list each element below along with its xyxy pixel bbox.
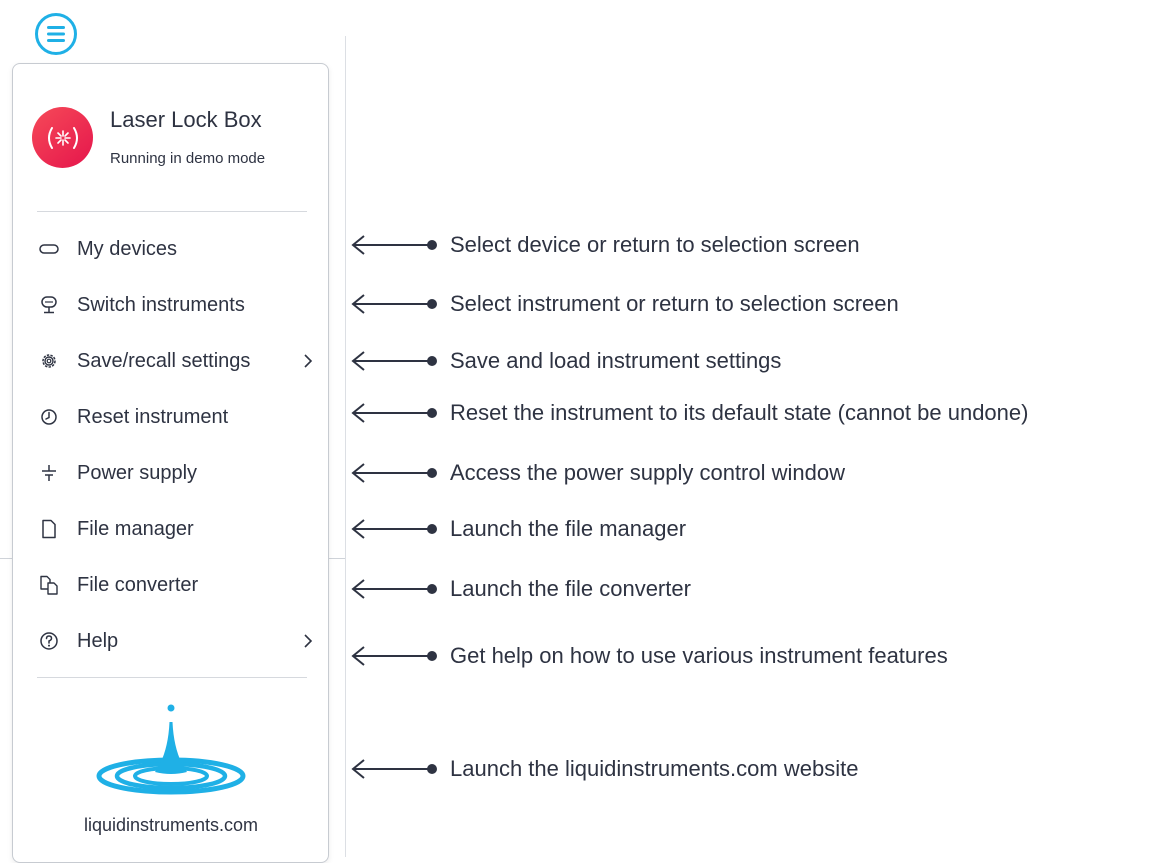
annotation-text: Select device or return to selection scr… — [450, 232, 860, 257]
annotation-text: Launch the liquidinstruments.com website — [450, 756, 859, 781]
arrow-left-icon — [351, 646, 437, 666]
menu-item-label: File manager — [77, 517, 194, 540]
menu-item-save-recall-settings[interactable]: Save/recall settings — [37, 341, 315, 381]
laser-lock-box-icon — [32, 107, 93, 168]
menu-item-my-devices[interactable]: My devices — [37, 229, 315, 269]
reset-icon — [37, 405, 61, 429]
instrument-name: Laser Lock Box — [110, 107, 262, 132]
menu-item-label: Reset instrument — [77, 405, 229, 428]
arrow-left-icon — [351, 579, 437, 599]
annotation-text: Save and load instrument settings — [450, 348, 782, 373]
annotation-text: Get help on how to use various instrumen… — [450, 643, 948, 668]
menu-item-reset-instrument[interactable]: Reset instrument — [37, 397, 315, 437]
annotation-text: Access the power supply control window — [450, 460, 845, 485]
annotation-website: Launch the liquidinstruments.com website — [348, 754, 858, 784]
device-icon — [37, 237, 61, 261]
annotation-power-supply: Access the power supply control window — [348, 458, 845, 488]
background-panel-divider — [345, 36, 346, 857]
gear-icon — [37, 349, 61, 373]
menu-divider-top — [37, 211, 307, 212]
annotation-file-converter: Launch the file converter — [348, 574, 691, 604]
annotation-file-manager: Launch the file manager — [348, 514, 686, 544]
menu-item-switch-instruments[interactable]: Switch instruments — [37, 285, 315, 325]
menu-item-label: Help — [77, 629, 119, 652]
menu-item-power-supply[interactable]: Power supply — [37, 453, 315, 493]
menu-item-label: Save/recall settings — [77, 349, 251, 372]
arrow-left-icon — [351, 759, 437, 779]
demo-mode-status: Running in demo mode — [110, 150, 266, 167]
menu-item-label: My devices — [77, 237, 178, 260]
menu-item-label: Switch instruments — [77, 293, 245, 316]
annotation-text: Reset the instrument to its default stat… — [450, 400, 1029, 425]
help-icon — [37, 629, 61, 653]
menu-divider-bottom — [37, 677, 307, 678]
menu-item-label: Power supply — [77, 461, 198, 484]
liquid-instruments-logo — [96, 704, 246, 795]
liquid-instruments-website-link[interactable]: liquidinstruments.com — [69, 704, 273, 836]
annotation-help: Get help on how to use various instrumen… — [348, 641, 948, 671]
menu-item-help[interactable]: Help — [37, 621, 315, 661]
menu-icon — [47, 26, 65, 42]
arrow-left-icon — [351, 235, 437, 255]
annotation-text: Launch the file manager — [450, 516, 687, 541]
annotation-text: Launch the file converter — [450, 576, 691, 601]
annotation-text: Select instrument or return to selection… — [450, 291, 899, 316]
arrow-left-icon — [351, 294, 437, 314]
arrow-left-icon — [351, 351, 437, 371]
menu-item-label: File converter — [77, 573, 199, 596]
menu-item-file-manager[interactable]: File manager — [37, 509, 315, 549]
instrument-icon — [37, 293, 61, 317]
arrow-left-icon — [351, 403, 437, 423]
arrow-left-icon — [351, 519, 437, 539]
annotation-reset-instrument: Reset the instrument to its default stat… — [348, 398, 1028, 428]
annotation-my-devices: Select device or return to selection scr… — [348, 230, 860, 260]
annotation-save-recall: Save and load instrument settings — [348, 346, 781, 376]
main-menu-panel: Laser Lock Box Running in demo mode My d… — [12, 63, 329, 863]
chevron-right-icon — [301, 351, 315, 371]
arrow-left-icon — [351, 463, 437, 483]
file-icon — [37, 517, 61, 541]
hamburger-menu-button[interactable] — [35, 13, 77, 55]
chevron-right-icon — [301, 631, 315, 651]
power-supply-icon — [37, 461, 61, 485]
website-label: liquidinstruments.com — [83, 815, 259, 835]
file-converter-icon — [37, 573, 61, 597]
menu-item-file-converter[interactable]: File converter — [37, 565, 315, 605]
annotation-switch-instruments: Select instrument or return to selection… — [348, 289, 899, 319]
